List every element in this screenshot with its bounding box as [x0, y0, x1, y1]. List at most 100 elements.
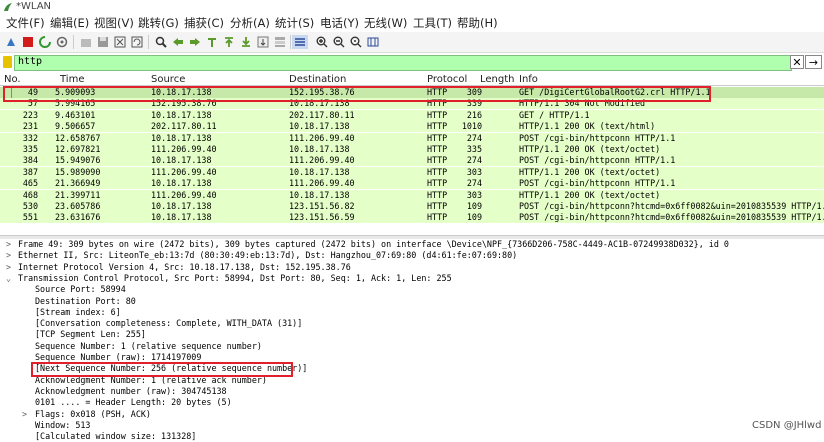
packet-cell-time: 12.697821 [55, 144, 101, 154]
menu-edit[interactable]: 编辑(E) [50, 15, 89, 31]
collapsed-caret-icon[interactable]: > [22, 409, 27, 420]
open-file-icon[interactable] [79, 35, 93, 49]
detail-row[interactable]: > Flags: 0x018 (PSH, ACK) [0, 409, 824, 420]
menu-wireless[interactable]: 无线(W) [364, 15, 407, 31]
menu-capture[interactable]: 捕获(C) [184, 15, 224, 31]
packet-cell-no: 465 [22, 178, 38, 189]
menu-telephony[interactable]: 电话(Y) [320, 15, 359, 31]
autoscroll-icon[interactable] [256, 35, 270, 49]
expanded-caret-icon[interactable]: ⌄ [6, 273, 11, 284]
menu-view[interactable]: 视图(V) [94, 15, 134, 31]
packet-cell-dst: 10.18.17.138 [289, 144, 350, 154]
toolbar-separator [290, 35, 291, 49]
menu-analyze[interactable]: 分析(A) [230, 15, 270, 31]
detail-row[interactable]: Destination Port: 80 [0, 296, 824, 307]
packet-row[interactable]: 468 21.399711 111.206.99.40 10.18.17.138 HTT… [0, 189, 824, 201]
packet-cell-info: GET / HTTP/1.1 [519, 109, 590, 120]
save-file-icon[interactable] [96, 35, 110, 49]
restart-capture-icon[interactable] [38, 35, 52, 49]
go-first-packet-icon[interactable] [222, 35, 236, 49]
wireshark-logo-icon [4, 3, 12, 11]
find-packet-icon[interactable] [154, 35, 168, 49]
detail-row[interactable]: Source Port: 58994 [0, 284, 824, 295]
packet-cell-src: 10.18.17.138 [151, 155, 212, 166]
packet-row[interactable]: 465 21.366949 10.18.17.138 111.206.99.40 HTT… [0, 178, 824, 190]
apply-filter-icon[interactable]: → [805, 55, 822, 69]
go-back-icon[interactable] [171, 35, 185, 49]
menu-statistics[interactable]: 统计(S) [275, 15, 314, 31]
detail-row[interactable]: Acknowledgment number (raw): 304745138 [0, 386, 824, 397]
collapsed-caret-icon[interactable]: > [6, 262, 11, 273]
packet-row[interactable]: 551 23.631676 10.18.17.138 123.151.56.59 HTT… [0, 212, 824, 224]
detail-row[interactable]: Sequence Number: 1 (relative sequence nu… [0, 341, 824, 352]
zoom-in-icon[interactable] [315, 35, 329, 49]
toolbar-separator [148, 35, 149, 49]
packet-row[interactable]: 223 9.463101 10.18.17.138 202.117.80.11 HTTP… [0, 109, 824, 121]
column-header-no[interactable]: No. [4, 74, 21, 85]
go-to-packet-icon[interactable] [205, 35, 219, 49]
packet-cell-src: 10.18.17.138 [151, 109, 212, 120]
resize-columns-icon[interactable] [366, 35, 380, 49]
packet-cell-info: POST /cgi-bin/httpconn?htcmd=0x6ff0082&u… [519, 201, 824, 211]
menu-tools[interactable]: 工具(T) [413, 15, 452, 31]
reload-file-icon[interactable] [130, 35, 144, 49]
menu-go[interactable]: 跳转(G) [138, 15, 179, 31]
packet-row[interactable]: 387 15.989090 111.206.99.40 10.18.17.138 HTT… [0, 166, 824, 178]
close-file-icon[interactable] [113, 35, 127, 49]
collapsed-caret-icon[interactable]: > [6, 239, 11, 250]
go-forward-icon[interactable] [188, 35, 202, 49]
detail-row[interactable]: > Ethernet II, Src: LiteonTe_eb:13:7d (80… [0, 250, 824, 261]
packet-list-view-icon[interactable] [292, 35, 308, 49]
packet-row[interactable]: 332 12.658767 10.18.17.138 111.206.99.40 HTT… [0, 132, 824, 144]
detail-row[interactable]: [Conversation completeness: Complete, WI… [0, 318, 824, 329]
colorize-icon[interactable] [273, 35, 287, 49]
packet-cell-len: 274 [466, 155, 482, 166]
packet-cell-info: HTTP/1.1 200 OK (text/html) [519, 121, 656, 132]
packet-cell-len: 1010 [461, 121, 482, 132]
stop-capture-icon[interactable] [21, 35, 35, 49]
bookmark-icon[interactable] [3, 56, 12, 68]
detail-text: Flags: 0x018 (PSH, ACK) [35, 408, 151, 419]
column-header-time[interactable]: Time [60, 74, 84, 85]
packet-row[interactable]: 384 15.949076 10.18.17.138 111.206.99.40 HTT… [0, 155, 824, 167]
packet-cell-dst: 123.151.56.59 [289, 212, 355, 223]
detail-row[interactable]: ⌄ Transmission Control Protocol, Src Port… [0, 273, 824, 284]
column-header-info[interactable]: Info [519, 74, 538, 85]
detail-row[interactable]: [Stream index: 6] [0, 307, 824, 318]
detail-row[interactable]: Window: 513 [0, 420, 824, 431]
column-header-destination[interactable]: Destination [289, 74, 346, 85]
zoom-out-icon[interactable] [332, 35, 346, 49]
detail-row[interactable]: [TCP Segment Len: 255] [0, 329, 824, 340]
packet-cell-no: 335 [22, 144, 38, 154]
packet-cell-len: 109 [466, 212, 482, 223]
detail-row[interactable]: [Calculated window size: 131328] [0, 431, 824, 442]
filter-text: http [18, 56, 43, 67]
packet-cell-src: 111.206.99.40 [151, 189, 217, 200]
detail-row[interactable]: > Internet Protocol Version 4, Src: 10.18… [0, 262, 824, 273]
menu-help[interactable]: 帮助(H) [457, 15, 498, 31]
collapsed-caret-icon[interactable]: > [6, 250, 11, 261]
clear-filter-icon[interactable]: ✕ [790, 55, 804, 69]
packet-cell-dst: 123.151.56.82 [289, 201, 355, 211]
detail-text: 0101 .... = Header Length: 20 bytes (5) [35, 397, 232, 408]
menu-file[interactable]: 文件(F) [6, 15, 45, 31]
column-header-protocol[interactable]: Protocol [427, 74, 467, 85]
go-last-packet-icon[interactable] [239, 35, 253, 49]
packet-row[interactable]: 335 12.697821 111.206.99.40 10.18.17.138 HTT… [0, 144, 824, 155]
detail-row[interactable]: > Frame 49: 309 bytes on wire (2472 bits)… [0, 239, 824, 250]
capture-options-icon[interactable] [55, 35, 69, 49]
start-capture-icon[interactable] [4, 35, 18, 49]
display-filter-input[interactable] [14, 55, 792, 71]
display-filter-bar: http ✕ → [0, 54, 824, 71]
detail-text: Frame 49: 309 bytes on wire (2472 bits),… [18, 239, 729, 249]
zoom-normal-icon[interactable] [349, 35, 363, 49]
detail-row[interactable]: 0101 .... = Header Length: 20 bytes (5) [0, 397, 824, 408]
packet-cell-proto: HTTP [427, 121, 448, 132]
packet-cell-info: POST /cgi-bin/httpconn HTTP/1.1 [519, 178, 676, 189]
column-header-length[interactable]: Length [480, 74, 515, 85]
packet-row[interactable]: 231 9.506657 202.117.80.11 10.18.17.138 HTTP… [0, 121, 824, 133]
watermark: CSDN @JHlwd [752, 420, 822, 431]
column-header-source[interactable]: Source [151, 74, 185, 85]
packet-row[interactable]: 530 23.605786 10.18.17.138 123.151.56.82 HTT… [0, 201, 824, 212]
packet-cell-len: 274 [466, 132, 482, 143]
